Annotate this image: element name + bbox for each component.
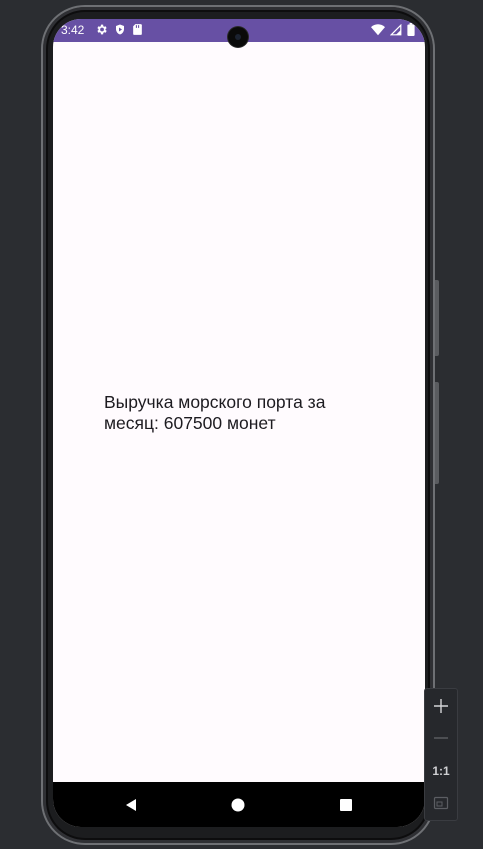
power-button[interactable] <box>435 382 439 484</box>
zoom-out-button[interactable] <box>425 722 457 754</box>
recents-icon <box>340 799 352 811</box>
sd-card-icon <box>132 23 143 36</box>
back-icon <box>126 799 136 811</box>
revenue-text: Выручка морского порта за месяц: 607500 … <box>104 392 326 433</box>
wifi-icon <box>371 23 385 36</box>
status-system-icons <box>371 23 415 36</box>
front-camera <box>228 27 248 47</box>
home-button[interactable] <box>229 796 247 814</box>
status-notification-icons <box>95 23 143 36</box>
navigation-bar <box>53 782 425 827</box>
actual-size-button[interactable]: 1:1 <box>425 755 457 787</box>
home-icon <box>231 798 245 812</box>
status-time: 3:42 <box>61 23 85 37</box>
back-button[interactable] <box>122 796 140 814</box>
emulator-stage: 3:42 Выручка морского порта за месяц: 60… <box>0 0 483 849</box>
volume-button[interactable] <box>435 280 439 356</box>
settings-icon <box>95 23 108 36</box>
zoom-toolbar: 1:1 <box>424 688 458 821</box>
signal-icon <box>390 23 402 36</box>
device-screen[interactable]: 3:42 Выручка морского порта за месяц: 60… <box>53 19 425 827</box>
shield-icon <box>114 23 126 36</box>
recents-button[interactable] <box>337 796 355 814</box>
zoom-in-button[interactable] <box>425 690 457 722</box>
battery-icon <box>407 23 415 36</box>
minus-icon <box>434 737 448 739</box>
plus-icon <box>434 699 448 713</box>
fit-screen-icon <box>433 796 449 810</box>
status-bar: 3:42 <box>53 19 425 47</box>
fit-screen-button[interactable] <box>425 787 457 819</box>
